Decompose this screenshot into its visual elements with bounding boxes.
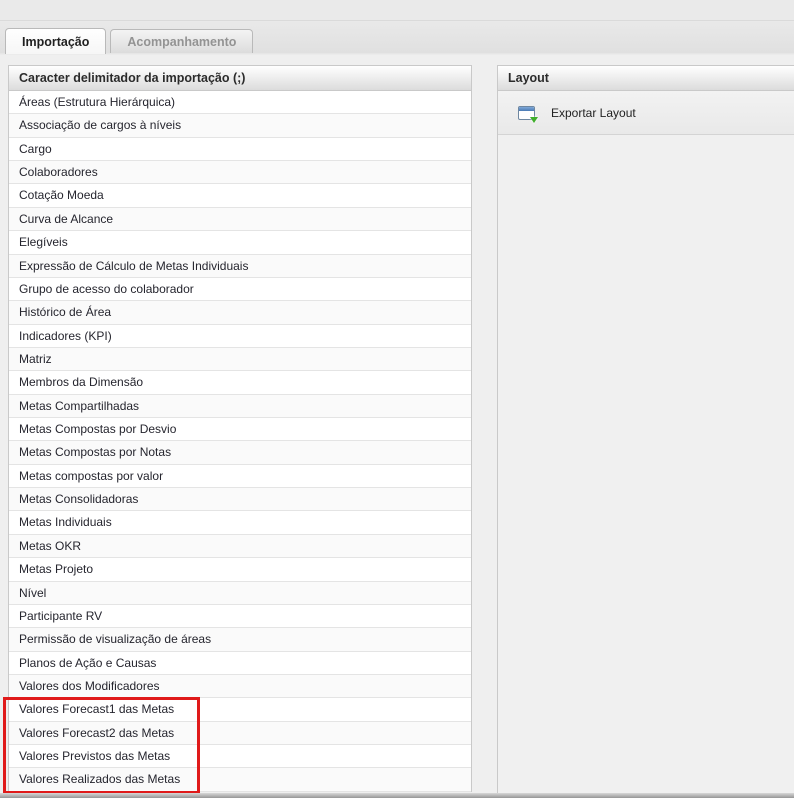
list-item[interactable]: Matriz bbox=[9, 348, 471, 371]
export-layout-icon bbox=[518, 106, 535, 120]
layout-toolbar: Exportar Layout bbox=[498, 91, 794, 135]
list-item[interactable]: Nível bbox=[9, 582, 471, 605]
list-item[interactable]: Associação de cargos à níveis bbox=[9, 114, 471, 137]
list-item[interactable]: Metas Individuais bbox=[9, 511, 471, 534]
tab-acompanhamento[interactable]: Acompanhamento bbox=[110, 29, 253, 53]
layout-panel: Layout Exportar Layout bbox=[497, 65, 794, 794]
list-item[interactable]: Permissão de visualização de áreas bbox=[9, 628, 471, 651]
list-item[interactable]: Metas Compostas por Notas bbox=[9, 441, 471, 464]
list-item[interactable]: Membros da Dimensão bbox=[9, 371, 471, 394]
list-item[interactable]: Valores Realizados das Metas bbox=[9, 768, 471, 791]
list-item[interactable]: Colaboradores bbox=[9, 161, 471, 184]
tab-importacao[interactable]: Importação bbox=[5, 28, 106, 54]
import-types-panel: Caracter delimitador da importação (;) Á… bbox=[8, 65, 472, 792]
list-item[interactable]: Áreas (Estrutura Hierárquica) bbox=[9, 91, 471, 114]
list-item[interactable]: Metas Compartilhadas bbox=[9, 395, 471, 418]
list-item[interactable]: Cotação Moeda bbox=[9, 184, 471, 207]
window-bottom-edge bbox=[0, 793, 794, 798]
list-item[interactable]: Expressão de Cálculo de Metas Individuai… bbox=[9, 255, 471, 278]
content-area: Caracter delimitador da importação (;) Á… bbox=[0, 55, 794, 798]
list-item[interactable]: Metas OKR bbox=[9, 535, 471, 558]
window-top-strip bbox=[0, 0, 794, 21]
exportar-layout-label: Exportar Layout bbox=[551, 106, 636, 120]
import-types-list: Áreas (Estrutura Hierárquica)Associação … bbox=[9, 91, 471, 792]
list-item[interactable]: Valores Forecast1 das Metas bbox=[9, 698, 471, 721]
list-item[interactable]: Grupo de acesso do colaborador bbox=[9, 278, 471, 301]
layout-panel-header: Layout bbox=[498, 66, 794, 91]
list-item[interactable]: Valores Forecast2 das Metas bbox=[9, 722, 471, 745]
list-item[interactable]: Metas Consolidadoras bbox=[9, 488, 471, 511]
list-item[interactable]: Planos de Ação e Causas bbox=[9, 652, 471, 675]
list-item[interactable]: Participante RV bbox=[9, 605, 471, 628]
exportar-layout-button[interactable]: Exportar Layout bbox=[512, 103, 642, 123]
import-panel-header: Caracter delimitador da importação (;) bbox=[9, 66, 471, 91]
list-item[interactable]: Metas Projeto bbox=[9, 558, 471, 581]
list-item[interactable]: Indicadores (KPI) bbox=[9, 325, 471, 348]
list-item[interactable]: Metas compostas por valor bbox=[9, 465, 471, 488]
list-item[interactable]: Valores Previstos das Metas bbox=[9, 745, 471, 768]
tab-bar: Importação Acompanhamento bbox=[0, 21, 794, 54]
list-item[interactable]: Cargo bbox=[9, 138, 471, 161]
list-item[interactable]: Curva de Alcance bbox=[9, 208, 471, 231]
list-item[interactable]: Histórico de Área bbox=[9, 301, 471, 324]
list-item[interactable]: Valores dos Modificadores bbox=[9, 675, 471, 698]
list-item[interactable]: Metas Compostas por Desvio bbox=[9, 418, 471, 441]
list-item[interactable]: Elegíveis bbox=[9, 231, 471, 254]
